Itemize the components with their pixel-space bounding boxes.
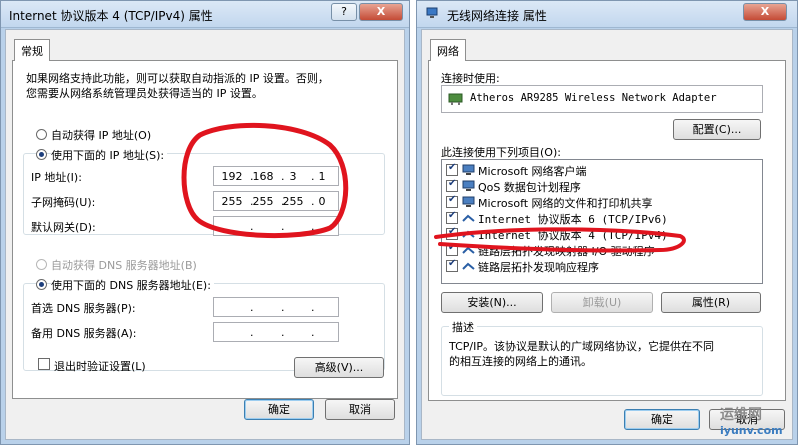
description-line-1: TCP/IP。该协议是默认的广域网络协议，它提供在不同	[449, 340, 714, 353]
auto-ip-radio[interactable]	[36, 129, 47, 140]
dns1-dot: .	[281, 301, 285, 314]
qos-icon	[462, 180, 475, 191]
preferred-dns-field[interactable]: . . .	[213, 297, 339, 317]
wireless-connection-properties-dialog: 无线网络连接 属性 X 网络 连接时使用: Atheros AR9285 Wir…	[416, 0, 798, 445]
ip-octet-2: 168	[252, 170, 274, 183]
item-label: Microsoft 网络的文件和打印机共享	[478, 197, 653, 210]
title-bar[interactable]: 无线网络连接 属性 X	[417, 1, 797, 28]
watermark-line-2: iyunv.com	[720, 424, 783, 437]
item-label: 链路层拓扑发现响应程序	[478, 261, 599, 274]
description-line-2: 的相互连接的网络上的通讯。	[449, 355, 592, 368]
gateway-dot: .	[311, 220, 315, 233]
cancel-button[interactable]: 取消	[325, 399, 395, 420]
dns2-dot: .	[281, 326, 285, 339]
protocol-icon	[462, 230, 475, 238]
description-line-1: 如果网络支持此功能，则可以获取自动指派的 IP 设置。否则，	[26, 72, 329, 85]
subnet-mask-field[interactable]: 255 . 255 . 255 . 0	[213, 191, 339, 211]
protocol-icon	[462, 214, 475, 222]
use-ip-label: 使用下面的 IP 地址(S):	[51, 147, 168, 163]
ip-address-label: IP 地址(I):	[31, 171, 82, 184]
item-label: QoS 数据包计划程序	[478, 181, 581, 194]
install-button[interactable]: 安装(N)...	[441, 292, 543, 313]
close-button[interactable]: X	[743, 3, 787, 21]
adapter-name: Atheros AR9285 Wireless Network Adapter	[470, 92, 717, 104]
ipv4-properties-dialog: Internet 协议版本 4 (TCP/IPv4) 属性 ? X 常规 如果网…	[0, 0, 410, 445]
validate-label: 退出时验证设置(L)	[54, 360, 146, 373]
network-icon	[426, 7, 438, 18]
subnet-mask-label: 子网掩码(U):	[31, 196, 96, 209]
ip-octet-3: 3	[289, 170, 297, 183]
auto-dns-radio[interactable]	[36, 259, 47, 270]
properties-button[interactable]: 属性(R)	[661, 292, 761, 313]
connect-using-label: 连接时使用:	[441, 72, 500, 85]
tab-general[interactable]: 常规	[14, 39, 50, 61]
adapter-icon	[448, 93, 463, 105]
configure-button[interactable]: 配置(C)...	[673, 119, 761, 140]
dns2-dot: .	[250, 326, 254, 339]
item-checkbox[interactable]	[446, 226, 458, 240]
item-label: 链路层拓扑发现映射器 I/O 驱动程序	[478, 245, 655, 258]
description-line-2: 您需要从网络系统管理员处获得适当的 IP 设置。	[26, 87, 263, 100]
ok-button[interactable]: 确定	[244, 399, 314, 420]
dialog-body: 常规 如果网络支持此功能，则可以获取自动指派的 IP 设置。否则， 您需要从网络…	[5, 29, 405, 440]
dialog-title: 无线网络连接 属性	[447, 9, 547, 23]
ok-button[interactable]: 确定	[624, 409, 700, 430]
mask-octet-3: 255	[282, 195, 304, 208]
tab-page-network: 连接时使用: Atheros AR9285 Wireless Network A…	[428, 60, 786, 401]
dns1-dot: .	[311, 301, 315, 314]
alternate-dns-field[interactable]: . . .	[213, 322, 339, 342]
close-button[interactable]: X	[359, 3, 403, 21]
auto-ip-label: 自动获得 IP 地址(O)	[51, 129, 152, 142]
item-label: Microsoft 网络客户端	[478, 165, 587, 178]
item-checkbox[interactable]	[446, 258, 458, 272]
items-label: 此连接使用下列项目(O):	[441, 146, 561, 159]
protocol-icon	[462, 246, 475, 254]
protocol-icon	[462, 262, 475, 270]
item-checkbox[interactable]	[446, 162, 458, 176]
tab-page-general: 如果网络支持此功能，则可以获取自动指派的 IP 设置。否则， 您需要从网络系统管…	[12, 60, 398, 399]
description-title: 描述	[449, 319, 477, 335]
connection-items-list[interactable]: Microsoft 网络客户端 QoS 数据包计划程序 Microsoft 网络…	[441, 159, 763, 284]
alternate-dns-label: 备用 DNS 服务器(A):	[31, 327, 137, 340]
item-checkbox[interactable]	[446, 194, 458, 208]
advanced-button[interactable]: 高级(V)...	[294, 357, 384, 378]
use-ip-radio[interactable]	[36, 149, 47, 160]
dns1-dot: .	[250, 301, 254, 314]
item-label: Internet 协议版本 6 (TCP/IPv6)	[478, 213, 668, 226]
dialog-body: 网络 连接时使用: Atheros AR9285 Wireless Networ…	[421, 29, 793, 440]
ip-octet-1: 192	[221, 170, 243, 183]
uninstall-button[interactable]: 卸载(U)	[551, 292, 653, 313]
gateway-dot: .	[250, 220, 254, 233]
file-share-icon	[462, 196, 475, 207]
adapter-box: Atheros AR9285 Wireless Network Adapter	[441, 85, 763, 113]
gateway-field[interactable]: . . .	[213, 216, 339, 236]
mask-octet-2: 255	[252, 195, 274, 208]
item-checkbox[interactable]	[446, 242, 458, 256]
ip-octet-4: 1	[318, 170, 326, 183]
use-dns-label: 使用下面的 DNS 服务器地址(E):	[51, 277, 214, 293]
tab-network[interactable]: 网络	[430, 39, 466, 61]
network-client-icon	[462, 164, 475, 175]
dns2-dot: .	[311, 326, 315, 339]
dialog-title: Internet 协议版本 4 (TCP/IPv4) 属性	[9, 9, 213, 23]
use-dns-radio[interactable]	[36, 279, 47, 290]
item-checkbox[interactable]	[446, 178, 458, 192]
item-checkbox[interactable]	[446, 210, 458, 224]
mask-octet-4: 0	[318, 195, 326, 208]
preferred-dns-label: 首选 DNS 服务器(P):	[31, 302, 136, 315]
item-label: Internet 协议版本 4 (TCP/IPv4)	[478, 229, 668, 242]
validate-checkbox[interactable]	[38, 358, 50, 370]
mask-octet-1: 255	[221, 195, 243, 208]
auto-dns-label: 自动获得 DNS 服务器地址(B)	[51, 259, 197, 272]
help-button[interactable]: ?	[331, 3, 357, 21]
gateway-dot: .	[281, 220, 285, 233]
gateway-label: 默认网关(D):	[31, 221, 96, 234]
ip-address-field[interactable]: 192 . 168 . 3 . 1	[213, 166, 339, 186]
watermark-line-1: 运维网	[720, 407, 762, 423]
title-bar[interactable]: Internet 协议版本 4 (TCP/IPv4) 属性 ? X	[1, 1, 409, 28]
watermark: 运维网 iyunv.com	[720, 404, 783, 437]
